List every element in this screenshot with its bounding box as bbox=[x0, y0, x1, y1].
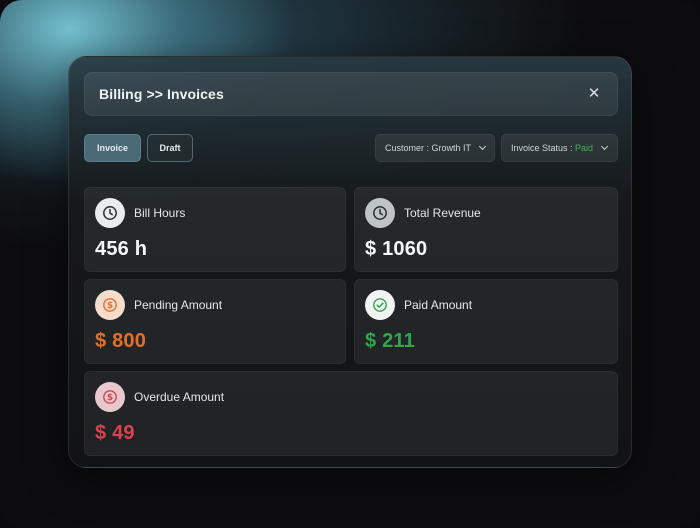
total-revenue-value: $ 1060 bbox=[365, 238, 428, 260]
paid-amount-value: $ 211 bbox=[365, 330, 415, 352]
pending-amount-value: $ 800 bbox=[95, 330, 147, 352]
status-filter-value: Paid bbox=[575, 143, 594, 153]
tab-draft[interactable]: Draft bbox=[147, 134, 193, 162]
bill-hours-value: 456 h bbox=[95, 238, 148, 260]
bill-hours-card: Bill Hours 456 h bbox=[84, 187, 346, 272]
overdue-amount-label: Overdue Amount bbox=[134, 390, 225, 404]
page-title: Billing >> Invoices bbox=[99, 86, 224, 102]
svg-text:$: $ bbox=[107, 301, 113, 311]
paid-amount-label: Paid Amount bbox=[404, 298, 473, 312]
overdue-amount-card: $ Overdue Amount $ 49 bbox=[84, 371, 618, 456]
total-revenue-card: Total Revenue $ 1060 bbox=[354, 187, 618, 272]
chevron-down-icon bbox=[601, 142, 609, 151]
panel-header: Billing >> Invoices ✕ bbox=[84, 72, 618, 116]
paid-amount-card: Paid Amount $ 211 bbox=[354, 279, 618, 364]
dollar-coin-icon: $ bbox=[95, 290, 125, 320]
pending-amount-label: Pending Amount bbox=[134, 298, 223, 312]
check-circle-icon bbox=[365, 290, 395, 320]
clock-icon bbox=[365, 198, 395, 228]
customer-filter-label: Customer : Growth IT bbox=[385, 143, 472, 153]
dollar-coin-icon: $ bbox=[95, 382, 125, 412]
tab-invoice[interactable]: Invoice bbox=[84, 134, 141, 162]
invoice-status-filter-dropdown[interactable]: Invoice Status : Paid bbox=[501, 134, 618, 162]
pending-amount-card: $ Pending Amount $ 800 bbox=[84, 279, 346, 364]
bill-hours-label: Bill Hours bbox=[134, 206, 186, 220]
overdue-amount-value: $ 49 bbox=[95, 422, 135, 444]
svg-text:$: $ bbox=[107, 393, 113, 403]
close-icon[interactable]: ✕ bbox=[585, 85, 603, 103]
toolbar: Invoice Draft Customer : Growth IT Invoi… bbox=[84, 134, 618, 162]
billing-panel: Billing >> Invoices ✕ Invoice Draft Cust… bbox=[68, 56, 632, 468]
total-revenue-label: Total Revenue bbox=[404, 206, 481, 220]
customer-filter-dropdown[interactable]: Customer : Growth IT bbox=[375, 134, 495, 162]
status-filter-prefix: Invoice Status : bbox=[511, 143, 576, 153]
chevron-down-icon bbox=[478, 142, 487, 151]
clock-icon bbox=[95, 198, 125, 228]
status-filter-label: Invoice Status : Paid bbox=[511, 143, 593, 153]
